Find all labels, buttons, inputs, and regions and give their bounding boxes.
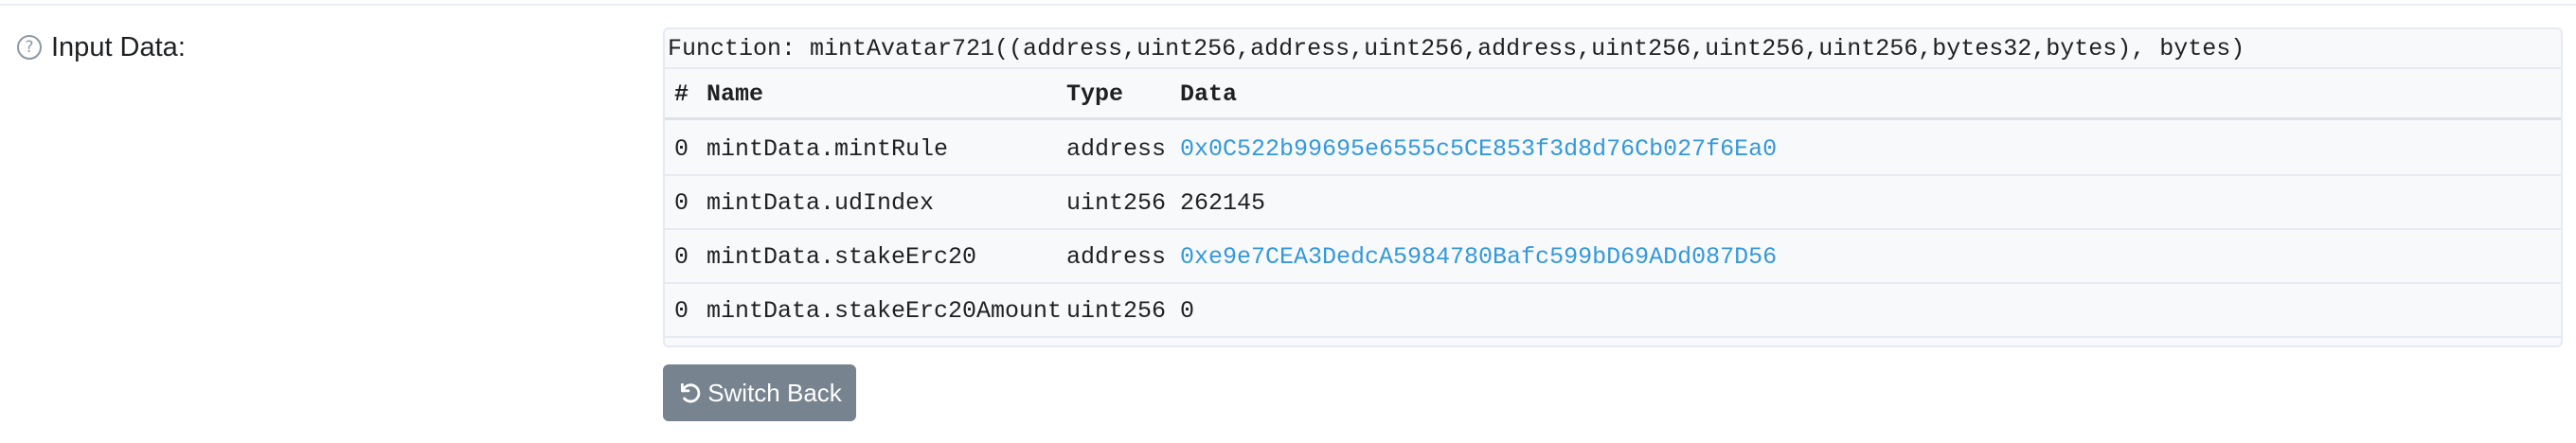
param-name: mintData.stakeErc20: [707, 243, 977, 271]
input-data-label: Input Data:: [51, 31, 186, 62]
divider: [665, 67, 2561, 69]
row-index: 0: [674, 135, 689, 163]
param-type: uint256: [1066, 189, 1167, 217]
row-index: 0: [674, 243, 689, 271]
param-name: mintData.udIndex: [707, 189, 935, 217]
switch-back-label: Switch Back: [707, 378, 842, 407]
param-type: address: [1066, 243, 1167, 271]
switch-back-button[interactable]: Switch Back: [663, 364, 856, 421]
param-value: 262145: [1180, 189, 1266, 217]
address-link[interactable]: 0xe9e7CEA3DedcA5984780Bafc599bD69ADd087D…: [1180, 243, 1777, 271]
column-header-type: Type: [1066, 80, 1124, 108]
param-name: mintData.mintRule: [707, 135, 949, 163]
address-link[interactable]: 0x0C522b99695e6555c5CE853f3d8d76Cb027f6E…: [1180, 135, 1777, 163]
header-divider: [665, 117, 2561, 120]
row-divider: [665, 336, 2561, 338]
column-header-data: Data: [1180, 80, 1238, 108]
param-value: 0: [1180, 297, 1195, 325]
question-circle-icon[interactable]: ?: [17, 35, 42, 60]
undo-icon: [681, 382, 701, 403]
input-data-label-group: ? Input Data:: [17, 28, 186, 66]
row-index: 0: [674, 297, 689, 325]
param-type: uint256: [1066, 297, 1167, 325]
row-divider: [665, 228, 2561, 230]
function-signature: Function: mintAvatar721((address,uint256…: [668, 35, 2245, 62]
column-header-name: Name: [707, 80, 764, 108]
decoded-input-panel: Function: mintAvatar721((address,uint256…: [663, 27, 2563, 347]
row-divider: [665, 174, 2561, 176]
param-type: address: [1066, 135, 1167, 163]
row-index: 0: [674, 189, 689, 217]
row-divider: [665, 282, 2561, 284]
param-name: mintData.stakeErc20Amount: [707, 297, 1063, 325]
column-header-index: #: [674, 80, 689, 108]
top-divider: [0, 4, 2576, 6]
